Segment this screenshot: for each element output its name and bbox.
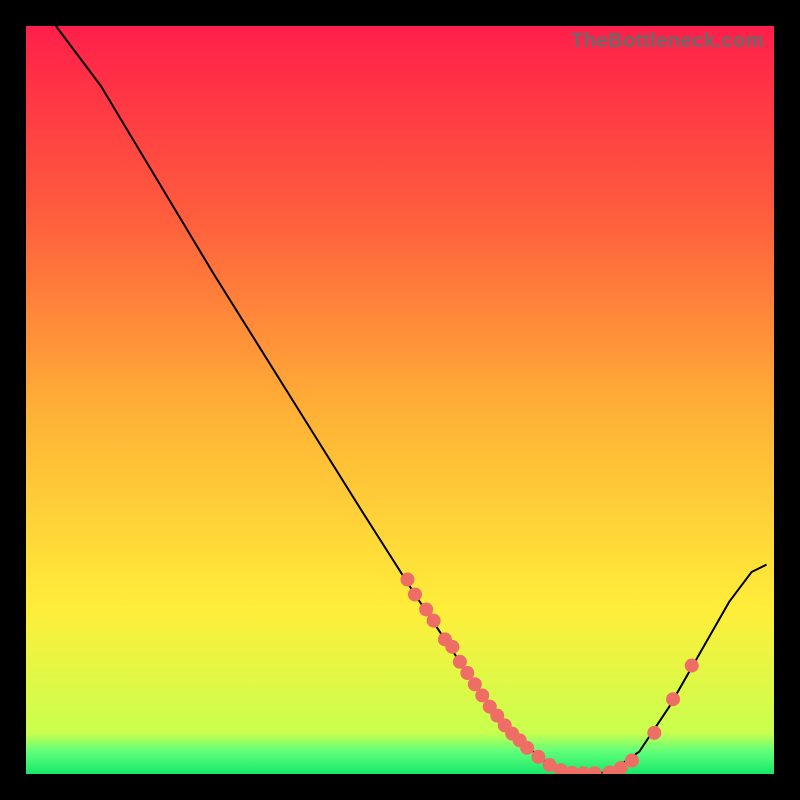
data-point bbox=[408, 587, 422, 601]
chart-overlay bbox=[26, 26, 774, 774]
plot-area: TheBottleneck.com bbox=[26, 26, 774, 774]
bottleneck-curve bbox=[56, 26, 767, 773]
data-point bbox=[531, 750, 545, 764]
data-point bbox=[445, 640, 459, 654]
chart-stage: TheBottleneck.com bbox=[0, 0, 800, 800]
data-points-group bbox=[400, 573, 698, 774]
data-point bbox=[666, 692, 680, 706]
data-point bbox=[647, 726, 661, 740]
data-point bbox=[427, 614, 441, 628]
data-point bbox=[400, 573, 414, 587]
data-point bbox=[587, 766, 601, 774]
data-point bbox=[625, 754, 639, 768]
data-point bbox=[685, 659, 699, 673]
data-point bbox=[520, 741, 534, 755]
